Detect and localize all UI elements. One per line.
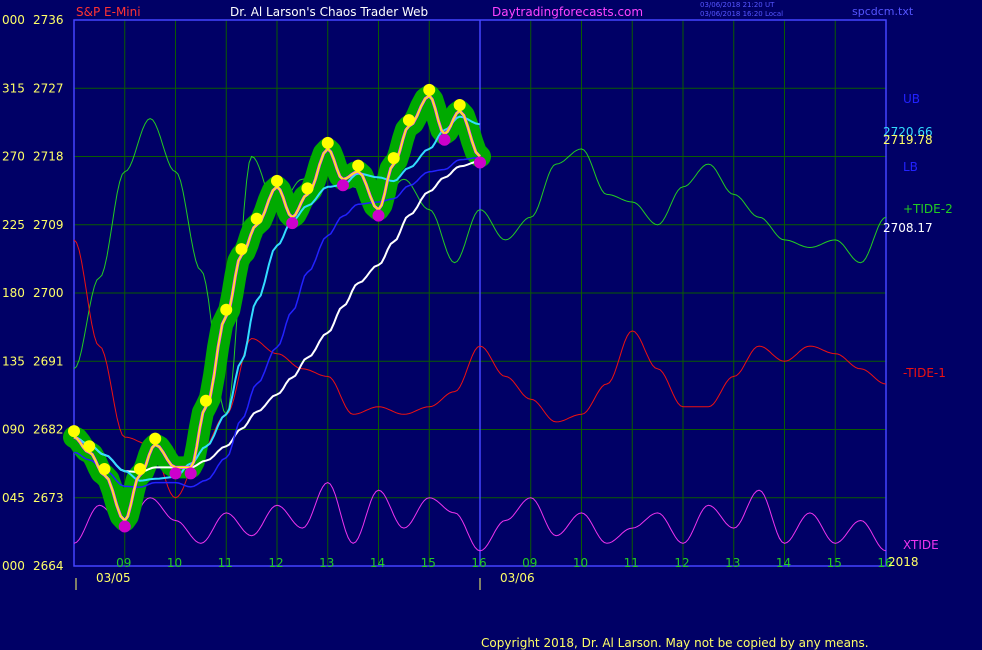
data-file-name: spcdcm.txt xyxy=(852,5,914,18)
price-point xyxy=(68,425,80,438)
price-point xyxy=(199,394,212,407)
x-axis-tick-label: 12 xyxy=(674,556,689,570)
price-axis-tick-label: 2718 xyxy=(33,150,64,164)
x-axis-tick-label: 10 xyxy=(573,556,588,570)
ub-label: UB xyxy=(903,92,920,106)
x-axis-tick-label: 13 xyxy=(725,556,740,570)
left-axis-tick-label: 135 xyxy=(2,354,25,368)
left-axis-tick-label: 045 xyxy=(2,491,25,505)
x-axis-tick-label: 11 xyxy=(624,556,639,570)
left-axis-tick-label: 315 xyxy=(2,81,25,95)
price-point xyxy=(184,467,197,480)
price-axis-tick-label: 2700 xyxy=(33,286,64,300)
year-label: 2018 xyxy=(888,555,919,569)
x-axis-tick-label: 09 xyxy=(522,556,537,570)
date-label-day2: 03/06 xyxy=(500,571,535,585)
price-point xyxy=(301,182,314,195)
price-point xyxy=(83,440,96,453)
left-axis-tick-label: 225 xyxy=(2,218,25,232)
price-point xyxy=(336,179,349,192)
price-axis-tick-label: 2664 xyxy=(33,559,64,573)
tide2-value-label: 2708.17 xyxy=(883,221,933,235)
symbol-title: S&P E-Mini xyxy=(76,5,141,19)
price-point xyxy=(372,209,385,222)
tide1-legend: -TIDE-1 xyxy=(903,366,946,380)
left-axis-tick-label: 180 xyxy=(2,286,25,300)
lb-label: LB xyxy=(903,160,918,174)
timestamp-local: 03/06/2018 16:20 Local xyxy=(700,10,784,18)
price-point xyxy=(271,174,283,187)
x-axis-tick-label: 15 xyxy=(827,556,842,570)
left-axis-tick-label: 000 xyxy=(2,559,25,573)
price-point xyxy=(250,212,263,225)
price-point xyxy=(235,243,248,256)
price-point xyxy=(352,159,365,172)
site-link[interactable]: Daytradingforecasts.com xyxy=(492,6,643,18)
price-point xyxy=(453,99,466,111)
x-axis-tick-label: 09 xyxy=(116,556,131,570)
left-axis-tick-label: 000 xyxy=(2,13,25,27)
price-point xyxy=(474,156,486,169)
date-label-day1: 03/05 xyxy=(96,571,131,585)
price-point xyxy=(98,463,111,475)
xtide-legend: XTIDE xyxy=(903,538,939,552)
price-point xyxy=(118,520,131,533)
price-point xyxy=(321,136,334,149)
x-axis-tick-label: 13 xyxy=(319,556,334,570)
price-point xyxy=(133,463,146,475)
chaos-trader-chart: 000 2664 045 2673 090 2682 135 2691 180 2700 225 27… xyxy=(2,13,953,590)
left-axis-tick-label: 090 xyxy=(2,423,25,437)
x-axis-tick-label: 16 xyxy=(471,556,486,570)
price-axis-tick-label: 2673 xyxy=(33,491,64,505)
x-axis-tick-label: 15 xyxy=(421,556,436,570)
price-point xyxy=(387,152,400,165)
price-axis-tick-label: 2691 xyxy=(33,354,64,368)
x-axis-tick-label: 10 xyxy=(167,556,182,570)
price-point xyxy=(149,432,162,445)
x-axis-tick-label: 14 xyxy=(776,556,791,570)
tide2-legend: +TIDE-2 xyxy=(903,202,953,216)
chart-title: Dr. Al Larson's Chaos Trader Web xyxy=(230,5,429,19)
price-point xyxy=(402,114,415,127)
timestamp-ut: 03/06/2018 21:20 UT xyxy=(700,1,775,9)
price-point xyxy=(423,83,436,96)
price-axis-tick-label: 2709 xyxy=(33,218,64,232)
left-axis-tick-label: 270 xyxy=(2,150,25,164)
x-axis-tick-label: 14 xyxy=(370,556,385,570)
price-axis-tick-label: 2682 xyxy=(33,423,64,437)
price-point xyxy=(220,303,233,316)
price-point xyxy=(438,133,451,146)
x-axis-tick-label: 12 xyxy=(268,556,283,570)
price-point xyxy=(286,217,299,230)
x-axis-tick-label: 11 xyxy=(218,556,233,570)
copyright-notice: Copyright 2018, Dr. Al Larson. May not b… xyxy=(481,636,869,650)
price-axis-tick-label: 2736 xyxy=(33,13,64,27)
price-axis-tick-label: 2727 xyxy=(33,81,64,95)
price-point xyxy=(169,467,182,480)
lower-value-label: 2719.78 xyxy=(883,133,933,147)
